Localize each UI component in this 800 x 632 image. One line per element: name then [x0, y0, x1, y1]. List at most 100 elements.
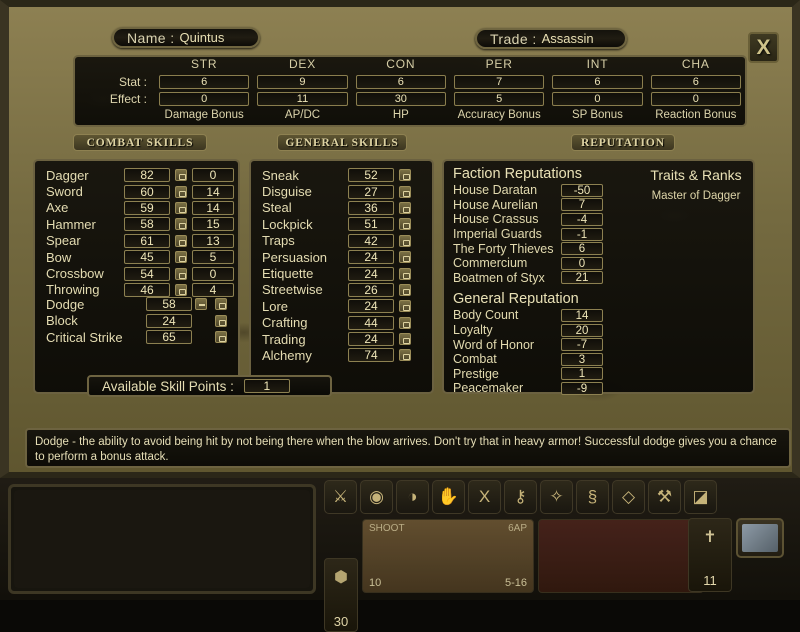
reputation-name: Loyalty	[453, 323, 493, 338]
attack-icon[interactable]: ⚔	[324, 480, 357, 514]
eye-icon[interactable]: ◉	[360, 480, 393, 514]
general-skill-row[interactable]: Disguise 27	[251, 183, 432, 199]
effect-label: Accuracy Bonus	[457, 109, 541, 121]
skill-name: Lore	[262, 298, 289, 314]
skill-increase-button[interactable]	[215, 298, 227, 311]
general-reputation-row: Peacemaker -9	[444, 381, 753, 396]
combat-skill-row[interactable]: Axe 59 14	[35, 200, 238, 216]
tab-reputation[interactable]: REPUTATION	[571, 134, 675, 151]
defense-skill-row[interactable]: Dodge 58	[35, 296, 238, 313]
general-skill-row[interactable]: Steal 36	[251, 200, 432, 216]
skill-increase-button[interactable]	[215, 314, 227, 327]
skill-increase-button[interactable]	[175, 185, 187, 198]
reputation-name: Commercium	[453, 256, 528, 271]
name-value: Quintus	[179, 30, 225, 45]
effect-cell-str: 0	[159, 91, 250, 106]
trade-plaque: Trade : Assassin	[475, 28, 627, 49]
general-skill-row[interactable]: Crafting 44	[251, 315, 432, 331]
combat-skill-row[interactable]: Dagger 82 0	[35, 167, 238, 183]
sneak-icon[interactable]: Х	[468, 480, 501, 514]
crafting-icon[interactable]: ⚒	[648, 480, 681, 514]
skill-value: 24	[348, 266, 394, 281]
skill-increase-button[interactable]	[175, 283, 187, 296]
trap-icon[interactable]: ✧	[540, 480, 573, 514]
weapon-slot-secondary[interactable]	[538, 519, 704, 593]
defense-skill-row[interactable]: Critical Strike 65	[35, 329, 238, 346]
scroll-icon[interactable]: ◇	[612, 480, 645, 514]
combat-skill-row[interactable]: Crossbow 54 0	[35, 265, 238, 281]
skill-increase-button[interactable]	[399, 169, 411, 182]
stat-value: 7	[453, 74, 545, 89]
skill-increase-button[interactable]	[399, 218, 411, 231]
reputation-value: -9	[561, 381, 603, 395]
general-skill-row[interactable]: Traps 42	[251, 233, 432, 249]
general-skill-row[interactable]: Persuasion 24	[251, 249, 432, 265]
inventory-icon[interactable]: ◪	[684, 480, 717, 514]
combat-skill-row[interactable]: Spear 61 13	[35, 233, 238, 249]
skill-increase-button[interactable]	[399, 300, 411, 313]
skill-increase-button[interactable]	[399, 267, 411, 280]
tab-combat-skills[interactable]: COMBAT SKILLS	[73, 134, 207, 151]
lockpick-icon[interactable]: ⚷	[504, 480, 537, 514]
window-inner: Name : Quintus Trade : Assassin X STR DEX…	[9, 7, 792, 472]
general-skill-row[interactable]: Etiquette 24	[251, 265, 432, 281]
potion-icon[interactable]: §	[576, 480, 609, 514]
weapon-slot-primary[interactable]: SHOOT 6AP 10 5-16	[362, 519, 534, 593]
skill-name: Etiquette	[262, 266, 314, 282]
skill-name: Trading	[262, 331, 306, 347]
combat-skill-row[interactable]: Bow 45 5	[35, 249, 238, 265]
name-plaque: Name : Quintus	[112, 27, 260, 48]
general-skill-row[interactable]: Lore 24	[251, 298, 432, 314]
general-skill-row[interactable]: Trading 24	[251, 331, 432, 347]
skill-increase-button[interactable]	[175, 201, 187, 214]
talk-icon[interactable]: ◑	[396, 480, 429, 514]
skill-increase-button[interactable]	[175, 169, 187, 182]
map-button[interactable]	[736, 518, 784, 558]
skill-increase-button[interactable]	[175, 251, 187, 264]
skill-increase-button[interactable]	[399, 201, 411, 214]
combat-skill-list: Dagger 82 0 Sword 60 14 Axe 59 14 Hammer 58 15 Spear…	[35, 161, 238, 298]
skill-name: Persuasion	[262, 249, 328, 265]
skill-increase-button[interactable]	[175, 218, 187, 231]
weapon-panel: ⬢ 30 SHOOT 6AP 10 5-16	[324, 519, 726, 632]
available-skill-points: Available Skill Points : 1	[87, 375, 332, 397]
skill-increase-button[interactable]	[399, 333, 411, 346]
skill-bonus: 14	[192, 200, 234, 215]
faction-reputation-row: The Forty Thieves 6	[444, 241, 753, 256]
skill-increase-button[interactable]	[175, 234, 187, 247]
reputation-value: -50	[561, 183, 603, 197]
close-button[interactable]: X	[748, 32, 779, 63]
reputation-value: -7	[561, 338, 603, 352]
skill-name: Sneak	[262, 167, 299, 183]
skill-increase-button[interactable]	[399, 316, 411, 329]
general-skill-row[interactable]: Streetwise 26	[251, 282, 432, 298]
skill-increase-button[interactable]	[399, 234, 411, 247]
general-skill-row[interactable]: Alchemy 74	[251, 347, 432, 363]
skill-increase-button[interactable]	[215, 331, 227, 344]
skill-increase-button[interactable]	[399, 349, 411, 362]
skill-increase-button[interactable]	[399, 251, 411, 264]
combat-skill-row[interactable]: Hammer 58 15	[35, 216, 238, 232]
defense-skill-row[interactable]: Block 24	[35, 313, 238, 330]
message-log-area	[14, 490, 310, 588]
general-skill-row[interactable]: Sneak 52	[251, 167, 432, 183]
effect-labels-row: Damage Bonus AP/DC HP Accuracy Bonus SP Bonu…	[75, 109, 745, 125]
combat-skill-row[interactable]: Sword 60 14	[35, 183, 238, 199]
defense-skill-list: Dodge 58 Block 24 Critical Strike 65	[35, 296, 238, 346]
effect-cell-int: 0	[552, 91, 643, 106]
skill-name: Block	[46, 313, 78, 329]
name-label: Name :	[127, 29, 175, 46]
skill-value: 24	[146, 313, 192, 328]
reputation-name: Imperial Guards	[453, 227, 542, 242]
general-skill-row[interactable]: Lockpick 51	[251, 216, 432, 232]
tab-general-skills[interactable]: GENERAL SKILLS	[277, 134, 407, 151]
skill-name: Disguise	[262, 184, 312, 200]
skill-increase-button[interactable]	[175, 267, 187, 280]
hand-icon[interactable]: ✋	[432, 480, 465, 514]
stat-header-con: CON	[386, 57, 416, 71]
skill-name: Streetwise	[262, 282, 323, 298]
skill-increase-button[interactable]	[399, 283, 411, 296]
character-status-slot[interactable]: ✝ 11	[688, 518, 732, 592]
skill-increase-button[interactable]	[399, 185, 411, 198]
skill-decrease-button[interactable]	[195, 298, 207, 311]
